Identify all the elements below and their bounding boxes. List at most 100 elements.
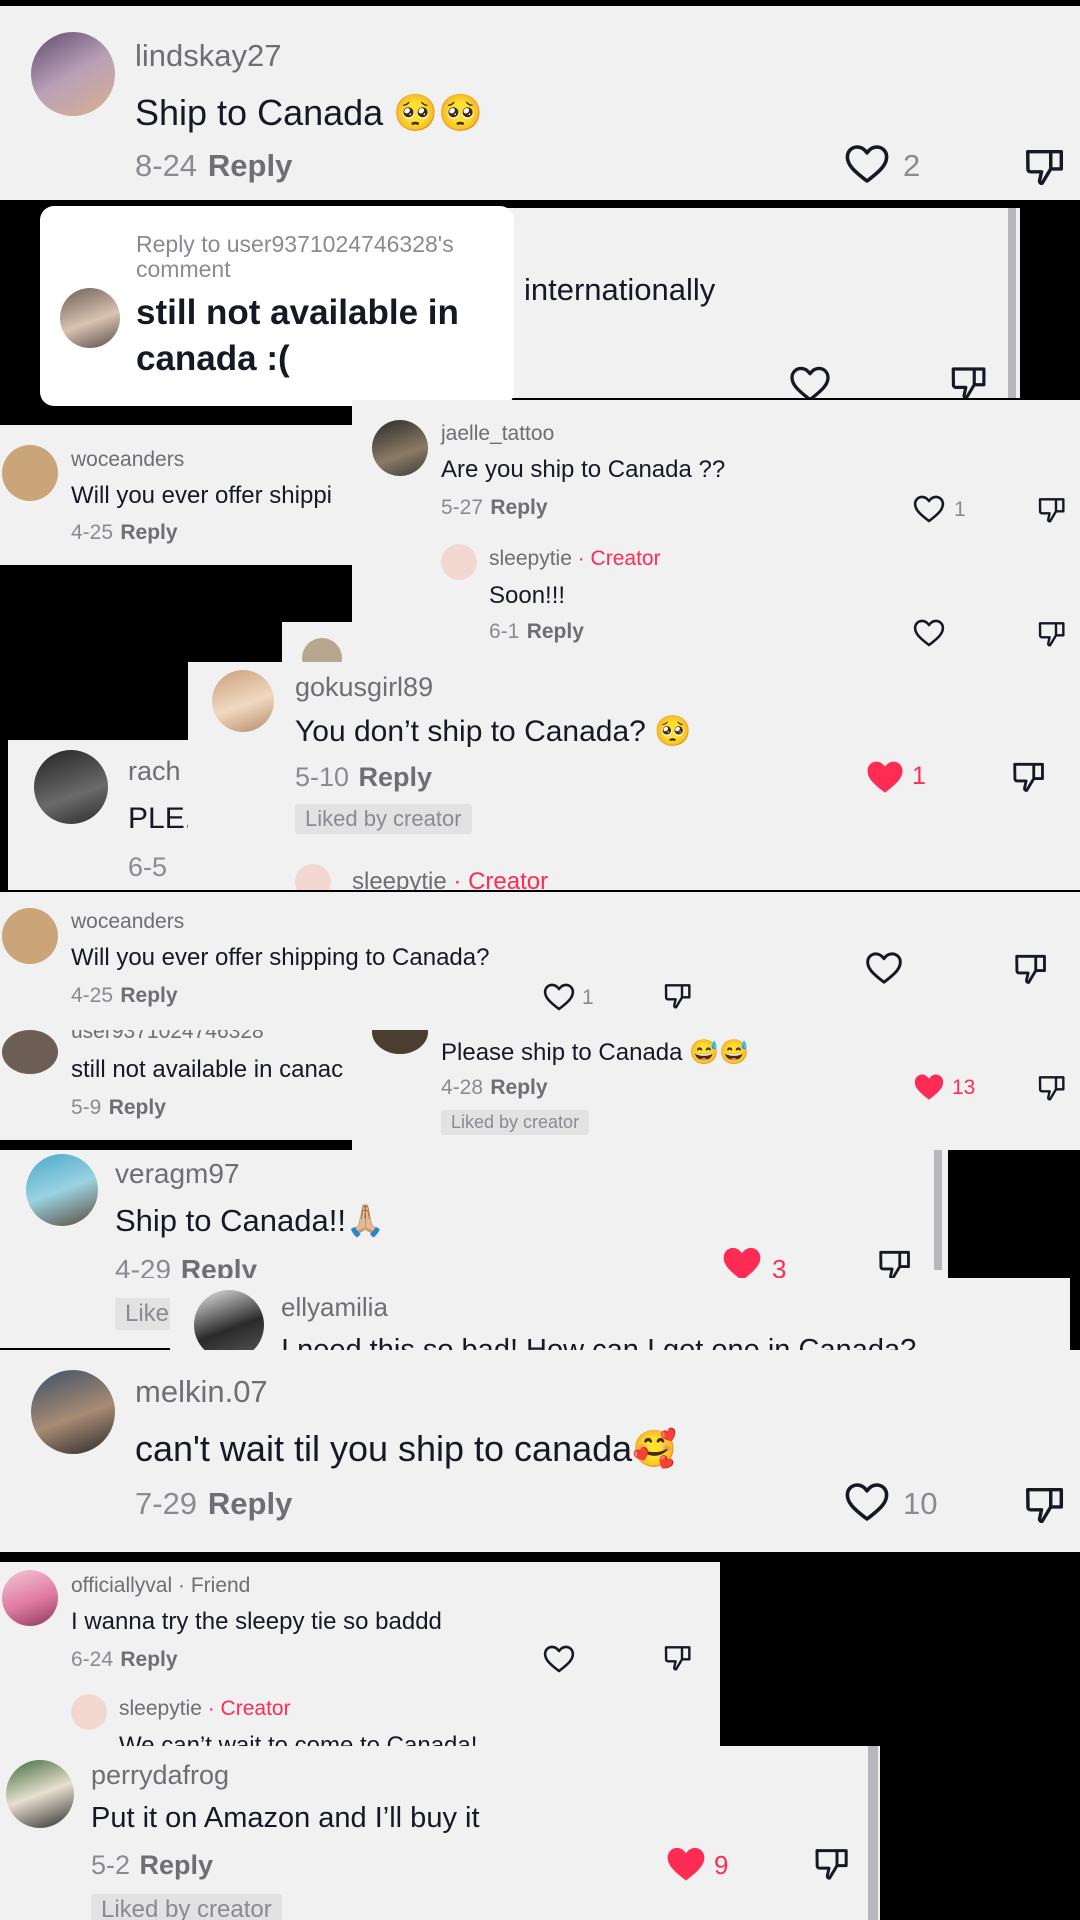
reply-button[interactable]: Reply bbox=[109, 1096, 166, 1119]
pleading-face-emoji: 🥺🥺 bbox=[393, 92, 483, 133]
comment-username[interactable]: melkin.07 bbox=[135, 1374, 268, 1410]
reply-button[interactable]: Reply bbox=[490, 1076, 547, 1099]
avatar[interactable] bbox=[2, 445, 58, 501]
heart-outline-icon[interactable] bbox=[542, 980, 576, 1014]
avatar[interactable] bbox=[2, 908, 58, 964]
heart-outline-icon[interactable] bbox=[542, 1642, 576, 1676]
heart-outline-icon[interactable] bbox=[843, 140, 891, 188]
avatar[interactable] bbox=[31, 1370, 115, 1454]
heart-outline-icon[interactable] bbox=[788, 362, 832, 398]
comment-card-fragment bbox=[282, 622, 352, 662]
comment-username[interactable]: user9371024746328 bbox=[71, 1030, 264, 1044]
scrollbar[interactable] bbox=[1008, 208, 1016, 398]
heart-filled-icon[interactable] bbox=[720, 1242, 764, 1278]
liked-by-creator-badge: Liked by creator bbox=[295, 804, 472, 834]
reply-button[interactable]: Reply bbox=[208, 148, 292, 183]
avatar[interactable] bbox=[6, 1760, 74, 1828]
thumbs-down-icon[interactable] bbox=[662, 980, 694, 1012]
reply-to-label: Reply to user9371024746328's comment bbox=[136, 231, 454, 282]
like-count: 10 bbox=[903, 1486, 938, 1521]
thumbs-down-icon[interactable] bbox=[812, 1844, 852, 1884]
reply-text: We can’t wait to come to Canada! bbox=[119, 1732, 478, 1746]
comment-card-rach: rach PLE. 6-5 bbox=[8, 740, 198, 890]
avatar[interactable] bbox=[34, 750, 108, 824]
comment-username[interactable]: jaelle_tattoo bbox=[441, 422, 554, 446]
comment-text: Please ship to Canada 😅😅 bbox=[441, 1039, 749, 1066]
comment-username[interactable]: woceanders bbox=[71, 448, 184, 472]
avatar[interactable] bbox=[2, 1570, 58, 1626]
comment-text: Will you ever offer shippi bbox=[71, 482, 332, 509]
reply-button[interactable]: Reply bbox=[139, 1850, 213, 1880]
comment-card-melkin07: melkin.07 can't wait til you ship to can… bbox=[0, 1350, 1080, 1552]
comment-username[interactable]: veragm97 bbox=[115, 1158, 240, 1190]
comment-text: You don’t ship to Canada? 🥺 bbox=[295, 715, 692, 748]
comment-text: still not available in canac bbox=[71, 1056, 344, 1083]
scrollbar[interactable] bbox=[868, 1746, 878, 1920]
comment-meta: 4-29 Reply bbox=[115, 1254, 257, 1278]
comment-text: Will you ever offer shipping to Canada? bbox=[71, 944, 490, 971]
comment-username[interactable]: lindskay27 bbox=[135, 38, 281, 74]
reply-button[interactable]: Reply bbox=[358, 762, 432, 792]
avatar[interactable] bbox=[26, 1154, 98, 1226]
comment-date: 8-24 bbox=[135, 148, 198, 183]
heart-filled-icon[interactable] bbox=[664, 1842, 708, 1886]
comment-username[interactable]: gokusgirl89 bbox=[295, 672, 433, 703]
thumbs-down-icon[interactable] bbox=[1010, 758, 1048, 796]
comment-card-please-ship: Please ship to Canada 😅😅 4-28 Reply 13 Li… bbox=[352, 1030, 1080, 1150]
creator-avatar[interactable] bbox=[71, 1694, 107, 1730]
comment-text: Put it on Amazon and I’ll buy it bbox=[91, 1802, 480, 1834]
like-count: 2 bbox=[903, 148, 921, 183]
avatar[interactable] bbox=[212, 670, 274, 732]
scrollbar[interactable] bbox=[934, 1150, 942, 1270]
comment-text: Are you ship to Canada ?? bbox=[441, 456, 726, 483]
thumbs-down-icon[interactable] bbox=[1036, 494, 1068, 526]
thumbs-down-icon[interactable] bbox=[948, 362, 990, 398]
creator-avatar[interactable] bbox=[441, 544, 477, 580]
avatar[interactable] bbox=[31, 32, 115, 116]
reply-button[interactable]: Reply bbox=[527, 620, 584, 643]
comment-username[interactable]: perrydafrog bbox=[91, 1760, 229, 1791]
friend-badge: · Friend bbox=[178, 1574, 251, 1597]
avatar[interactable] bbox=[372, 420, 428, 476]
thumbs-down-icon[interactable] bbox=[876, 1246, 914, 1278]
like-count: 13 bbox=[952, 1076, 976, 1099]
comment-text: internationally bbox=[524, 272, 716, 307]
avatar[interactable] bbox=[194, 1290, 264, 1350]
reply-button[interactable]: Reply bbox=[181, 1254, 257, 1278]
reply-button[interactable]: Reply bbox=[120, 521, 177, 544]
heart-outline-icon[interactable] bbox=[912, 492, 946, 526]
avatar[interactable] bbox=[2, 1030, 58, 1074]
comment-card-lindskay27: lindskay27 Ship to Canada 🥺🥺 8-24 Reply 2 bbox=[0, 6, 1080, 200]
reply-username[interactable]: sleepytie · Creator bbox=[352, 868, 548, 890]
thumbs-down-icon[interactable] bbox=[1036, 1072, 1068, 1104]
reply-button[interactable]: Reply bbox=[120, 984, 177, 1007]
comment-meta: 5-2 Reply bbox=[91, 1850, 213, 1880]
reply-username[interactable]: sleepytie · Creator bbox=[119, 1697, 291, 1721]
thumbs-down-icon[interactable] bbox=[1036, 618, 1068, 650]
thumbs-down-icon[interactable] bbox=[662, 1642, 694, 1674]
comment-username[interactable]: officiallyval · Friend bbox=[71, 1574, 250, 1598]
heart-outline-icon[interactable] bbox=[912, 616, 946, 650]
reply-button[interactable]: Reply bbox=[208, 1486, 292, 1521]
heart-filled-icon[interactable] bbox=[912, 1070, 946, 1104]
avatar[interactable] bbox=[302, 638, 342, 662]
thumbs-down-icon[interactable] bbox=[1012, 950, 1050, 988]
comment-username[interactable]: woceanders bbox=[71, 910, 184, 934]
reply-username[interactable]: sleepytie · Creator bbox=[489, 547, 661, 571]
heart-outline-icon[interactable] bbox=[864, 948, 904, 988]
creator-avatar[interactable] bbox=[295, 864, 331, 890]
comment-username[interactable]: ellyamilia bbox=[281, 1292, 388, 1323]
avatar[interactable] bbox=[372, 1030, 428, 1054]
avatar[interactable] bbox=[60, 288, 120, 348]
thumbs-down-icon[interactable] bbox=[1022, 1482, 1068, 1528]
heart-filled-icon[interactable] bbox=[864, 756, 906, 798]
thumbs-down-icon[interactable] bbox=[1022, 144, 1068, 190]
comment-text: I wanna try the sleepy tie so baddd bbox=[71, 1608, 442, 1635]
comment-username[interactable]: rach bbox=[128, 756, 181, 787]
reply-button[interactable]: Reply bbox=[490, 496, 547, 519]
comment-text: I need this so bad! How can I get one in… bbox=[281, 1334, 917, 1350]
heart-outline-icon[interactable] bbox=[843, 1478, 891, 1526]
like-count: 3 bbox=[772, 1254, 787, 1278]
reply-button[interactable]: Reply bbox=[120, 1648, 177, 1671]
comment-card-woceanders-full: woceanders Will you ever offer shipping … bbox=[0, 892, 1080, 1030]
